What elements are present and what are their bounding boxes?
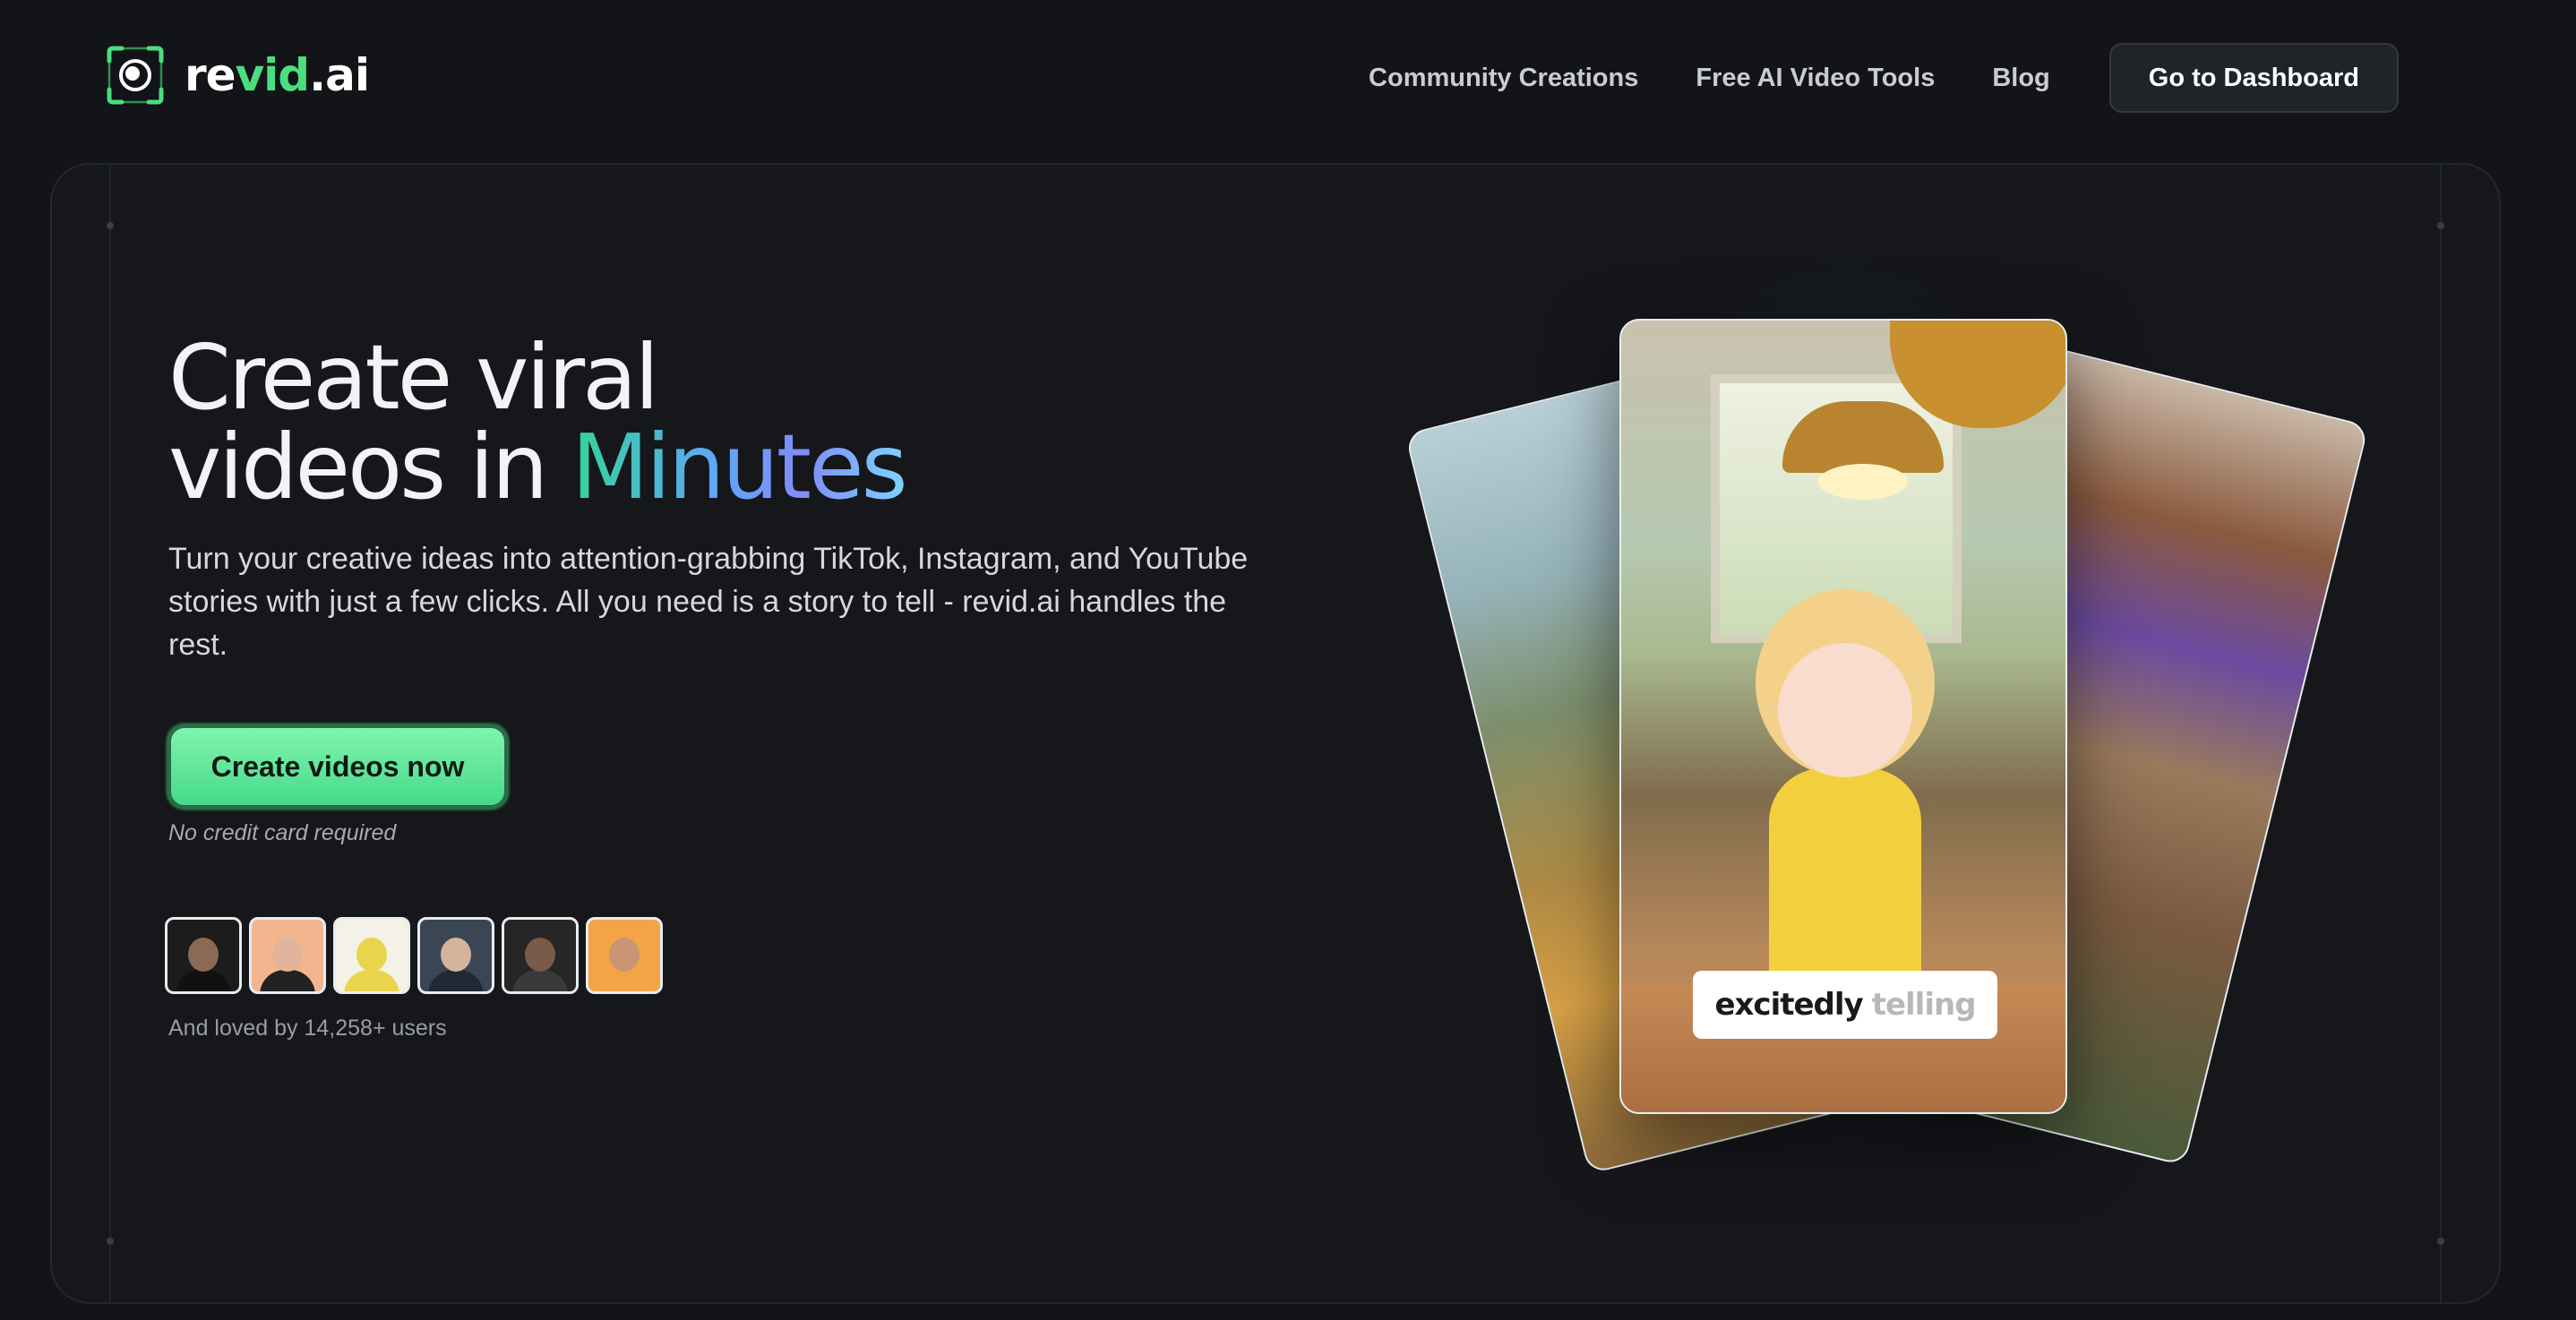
avatar-face (188, 938, 219, 972)
user-avatar (165, 917, 242, 994)
avatar-figure (176, 970, 231, 991)
nav-community-creations[interactable]: Community Creations (1369, 64, 1638, 93)
user-avatar (249, 917, 326, 994)
avatar-face (356, 938, 387, 972)
scene-lamp-light (1818, 464, 1908, 500)
corner-dot (2437, 222, 2444, 229)
guide-line-right (2440, 165, 2442, 1302)
avatar-face (525, 938, 555, 972)
brand-logo[interactable]: revid.ai (106, 45, 370, 106)
user-avatar (333, 917, 410, 994)
caption-word-active: excitedly (1714, 987, 1863, 1023)
guide-line-left (109, 165, 111, 1302)
avatar-figure (597, 970, 652, 991)
top-nav: Community Creations Free AI Video Tools … (1369, 43, 2399, 113)
user-avatar (586, 917, 663, 994)
caption-word-next: telling (1871, 987, 1977, 1023)
scene-character-face (1778, 643, 1912, 777)
social-proof-text: And loved by 14,258+ users (168, 1016, 447, 1041)
user-avatar (502, 917, 579, 994)
video-caption: excitedly telling (1693, 971, 1997, 1039)
avatar-face (441, 938, 471, 972)
brand-name: revid.ai (185, 49, 370, 101)
corner-dot (107, 222, 114, 229)
nav-blog[interactable]: Blog (1992, 64, 2049, 93)
no-credit-card-note: No credit card required (168, 820, 397, 845)
hero-headline: Create viral videos in Minutes (168, 333, 908, 512)
corner-dot (2437, 1238, 2444, 1245)
headline-line-2: videos in (168, 415, 571, 519)
corner-dot (107, 1238, 114, 1245)
eye-icon (106, 45, 165, 106)
go-to-dashboard-button[interactable]: Go to Dashboard (2108, 43, 2399, 113)
avatar-figure (344, 970, 399, 991)
headline-highlight: Minutes (571, 415, 908, 519)
user-avatar (417, 917, 494, 994)
video-preview-card-main[interactable]: excitedly telling (1619, 319, 2067, 1114)
avatar-figure (428, 970, 484, 991)
hero-subtitle: Turn your creative ideas into attention-… (168, 542, 1249, 662)
user-avatars (165, 917, 663, 994)
avatar-face (609, 938, 640, 972)
avatar-figure (512, 970, 568, 991)
avatar-face (272, 938, 303, 972)
avatar-figure (260, 970, 315, 991)
create-videos-now-button[interactable]: Create videos now (167, 724, 509, 810)
nav-free-ai-video-tools[interactable]: Free AI Video Tools (1696, 64, 1935, 93)
